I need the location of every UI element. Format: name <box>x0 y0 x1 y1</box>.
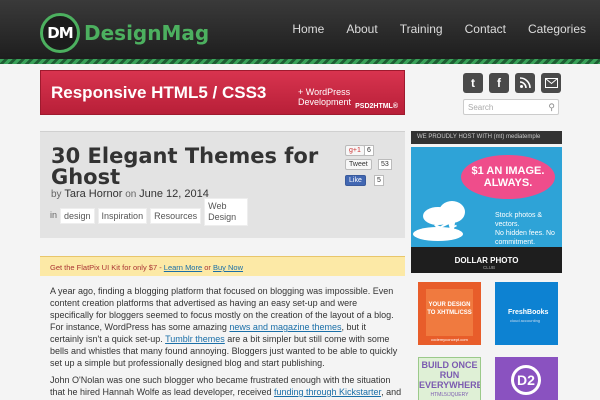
email-icon[interactable] <box>541 73 561 93</box>
tag-web-design[interactable]: Web Design <box>204 198 249 226</box>
learn-more-link[interactable]: Learn More <box>164 263 202 272</box>
header-stripe <box>0 59 600 64</box>
post-content: A year ago, finding a blogging platform … <box>50 285 402 400</box>
post-title[interactable]: 30 Elegant Themes for Ghost <box>51 146 321 188</box>
ad-always: ALWAYS. <box>483 177 533 189</box>
tumblr-themes-link[interactable]: Tumblr themes <box>165 334 225 344</box>
byline-by: by <box>51 189 62 200</box>
main-nav: Home About Training Contact Categories <box>270 22 586 36</box>
facebook-like-button[interactable]: Like <box>345 175 366 186</box>
post-byline: by Tara Hornor on June 12, 2014 <box>51 188 209 200</box>
logo-text: DesignMag <box>84 21 210 45</box>
nav-about[interactable]: About <box>346 22 377 36</box>
twitter-icon[interactable]: t <box>463 73 483 93</box>
search-placeholder: Search <box>468 103 494 112</box>
airplane-icon: ✈ <box>424 196 475 252</box>
xhtml-ad-box: YOUR DESIGN TO XHTML/CSS <box>426 289 473 336</box>
ad-brand-sub: CLUB <box>483 265 496 270</box>
tags-in: in <box>50 210 58 220</box>
ad-price-bubble: $1 AN IMAGE. ALWAYS. <box>461 155 555 199</box>
ad-copy-line: No hidden fees. No commitment. <box>495 230 555 246</box>
hosting-label[interactable]: WE PROUDLY HOST WITH (mt) mediatemple <box>411 131 562 144</box>
post-author[interactable]: Tara Hornor <box>64 188 122 200</box>
kickstarter-link[interactable]: funding through Kickstarter <box>274 387 381 397</box>
social-links: t f <box>463 73 567 93</box>
facebook-icon[interactable]: f <box>489 73 509 93</box>
banner-title: Responsive HTML5 / CSS3 <box>51 83 267 102</box>
xhtml-ad-text: YOUR DESIGN TO XHTML/CSS <box>427 302 472 316</box>
search-icon[interactable]: ⚲ <box>548 102 555 113</box>
logo-badge: DM <box>40 13 80 53</box>
post-tags: in design Inspiration Resources Web Desi… <box>50 198 249 226</box>
tweet-button[interactable]: Tweet <box>345 159 372 170</box>
paragraph: A year ago, finding a blogging platform … <box>50 285 402 369</box>
flatpix-promo-bar: Get the FlatPix UI Kit for only $7 - Lea… <box>40 256 405 276</box>
ad-copy-line: Stock photos & vectors. <box>495 212 543 228</box>
promo-or: or <box>202 263 213 272</box>
freshbooks-sub: cloud accounting <box>510 318 541 323</box>
dollar-photo-club-ad[interactable]: $1 AN IMAGE. ALWAYS. ✈ Stock photos & ve… <box>411 147 562 273</box>
tag-inspiration[interactable]: Inspiration <box>97 208 148 224</box>
banner-brand: PSD2HTML® <box>355 103 398 110</box>
d2-logo: D2 <box>511 365 541 395</box>
rss-icon[interactable] <box>515 73 535 93</box>
tag-design[interactable]: design <box>60 208 95 224</box>
nav-home[interactable]: Home <box>292 22 324 36</box>
byline-on: on <box>125 189 137 200</box>
d2-ad[interactable]: D2 <box>495 357 558 400</box>
ad-copy: Stock photos & vectors. No hidden fees. … <box>495 211 562 247</box>
gplus-count: 6 <box>364 145 374 156</box>
tag-resources[interactable]: Resources <box>150 208 202 224</box>
tweet-count: 53 <box>378 159 392 170</box>
ad-price: $1 AN IMAGE. <box>471 165 545 177</box>
buy-now-link[interactable]: Buy Now <box>213 263 243 272</box>
news-themes-link[interactable]: news and magazine themes <box>229 322 341 332</box>
site-logo[interactable]: DM DesignMag <box>40 13 209 53</box>
build-once-text: BUILD ONCE RUN EVERYWHERE <box>419 360 481 390</box>
promo-text: Get the FlatPix UI Kit for only $7 - <box>50 263 164 272</box>
freshbooks-ad[interactable]: FreshBooks cloud accounting <box>495 282 558 345</box>
nav-contact[interactable]: Contact <box>465 22 506 36</box>
nav-training[interactable]: Training <box>400 22 443 36</box>
xhtml-ad-sub: codemyconcept.com <box>431 337 468 342</box>
site-header: DM DesignMag Home About Training Contact… <box>0 0 600 63</box>
build-once-ad[interactable]: BUILD ONCE RUN EVERYWHERE HTML5/JQUERY <box>418 357 481 400</box>
paragraph: John O'Nolan was one such blogger who be… <box>50 374 402 400</box>
freshbooks-logo: FreshBooks <box>508 309 549 316</box>
nav-categories[interactable]: Categories <box>528 22 586 36</box>
xhtml-css-ad[interactable]: YOUR DESIGN TO XHTML/CSS codemyconcept.c… <box>418 282 481 345</box>
psd2html-banner-ad[interactable]: Responsive HTML5 / CSS3 + WordPress Deve… <box>40 70 405 115</box>
like-count: 5 <box>374 175 384 186</box>
post-date: June 12, 2014 <box>139 188 209 200</box>
build-once-sub: HTML5/JQUERY <box>430 392 469 398</box>
gplus-button[interactable]: g+1 <box>345 145 365 156</box>
search-input[interactable]: Search ⚲ <box>463 99 559 115</box>
